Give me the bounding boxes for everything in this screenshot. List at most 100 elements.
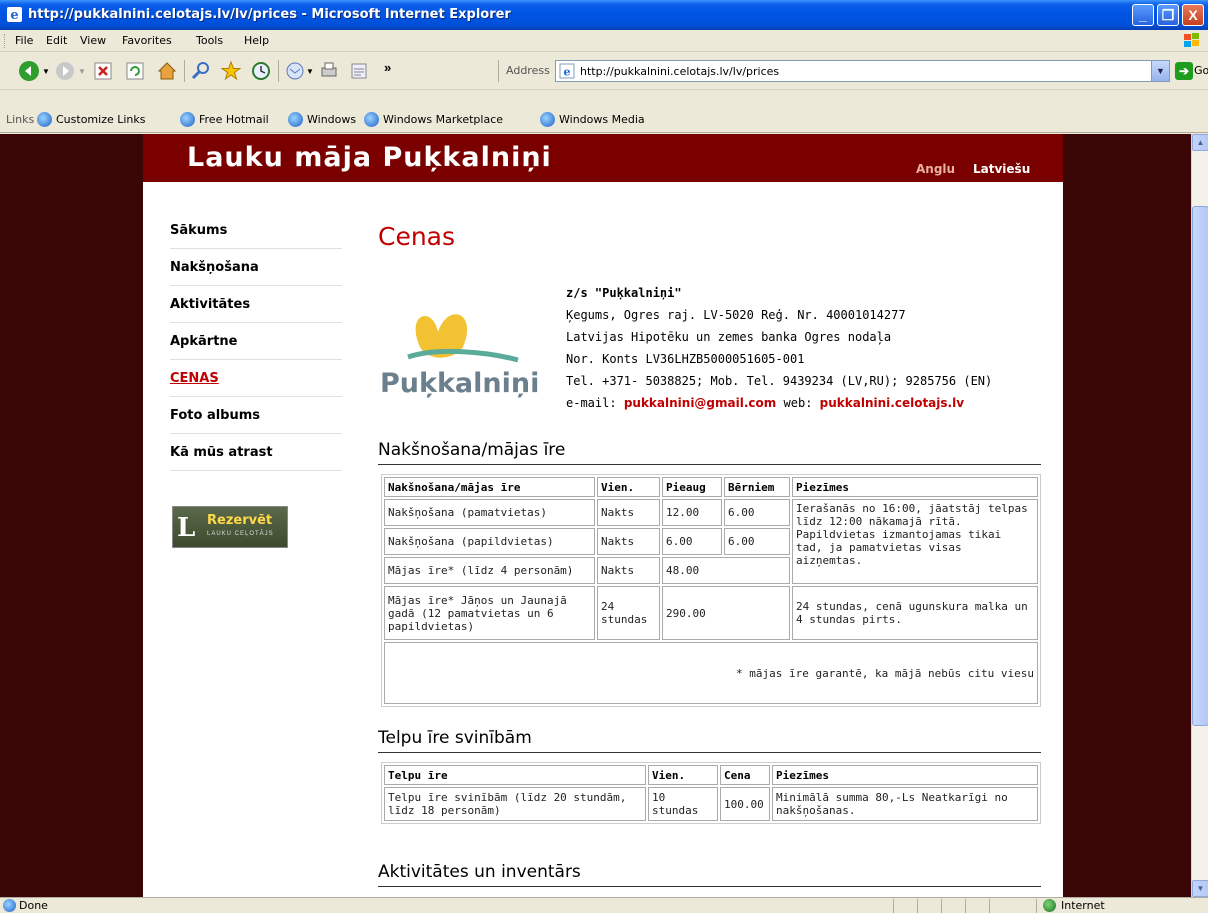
- menu-edit[interactable]: Edit: [46, 34, 67, 47]
- column-header: Vien.: [597, 477, 660, 497]
- stop-icon[interactable]: [92, 60, 114, 82]
- lodging-price-table: Nakšnošana/mājas īre Vien. Pieaug Bērnie…: [381, 474, 1041, 707]
- company-bank: Latvijas Hipotēku un zemes banka Ogres n…: [566, 330, 892, 344]
- lang-latvian-link[interactable]: Latviešu: [973, 162, 1030, 176]
- table-header-row: Nakšnošana/mājas īre Vien. Pieaug Bērnie…: [384, 477, 1038, 497]
- minimize-button[interactable]: _: [1132, 4, 1154, 26]
- mail-icon[interactable]: [284, 60, 306, 82]
- column-header: Cena: [720, 765, 770, 785]
- link-windows-media[interactable]: Windows Media: [559, 113, 645, 126]
- links-label: Links: [6, 113, 35, 126]
- table-row: Telpu īre svinībām (līdz 20 stundām, līd…: [384, 787, 1038, 821]
- svg-text:e: e: [10, 8, 18, 23]
- table-cell: 12.00: [662, 499, 722, 526]
- lang-english-link[interactable]: Anglu: [916, 162, 955, 176]
- ie-page-icon: [3, 899, 16, 912]
- scroll-thumb[interactable]: [1192, 206, 1208, 726]
- favorites-icon[interactable]: [220, 60, 242, 82]
- forward-icon[interactable]: [54, 60, 76, 82]
- table-footnote: * mājas īre garantē, ka mājā nebūs citu …: [384, 642, 1038, 704]
- menu-tools[interactable]: Tools: [196, 34, 223, 47]
- table-cell: Minimālā summa 80,-Ls Neatkarīgi no nakš…: [772, 787, 1038, 821]
- edit-icon[interactable]: [348, 60, 370, 82]
- nav-sakums[interactable]: Sākums: [170, 212, 342, 249]
- nav-apkartne[interactable]: Apkārtne: [170, 323, 342, 360]
- window-title: http://pukkalnini.celotajs.lv/lv/prices …: [28, 7, 511, 22]
- table-row: Nakšņošana (pamatvietas) Nakts 12.00 6.0…: [384, 499, 1038, 584]
- links-bar: Links Customize Links Free Hotmail Windo…: [0, 107, 1208, 133]
- nav-cenas[interactable]: CENAS: [170, 360, 342, 397]
- menu-help[interactable]: Help: [244, 34, 269, 47]
- search-icon[interactable]: [190, 60, 212, 82]
- print-icon[interactable]: [318, 60, 340, 82]
- site-header: Lauku māja Puķkalniņi Anglu Latviešu: [143, 134, 1063, 182]
- link-hotmail[interactable]: Free Hotmail: [199, 113, 269, 126]
- window-titlebar: e http://pukkalnini.celotajs.lv/lv/price…: [0, 0, 1208, 30]
- scroll-down-icon[interactable]: ▼: [1192, 880, 1208, 897]
- column-header: Piezīmes: [792, 477, 1038, 497]
- reserve-sub-label: LAUKU CEĻOTĀJS: [207, 531, 274, 537]
- nav-ka-mus-atrast[interactable]: Kā mūs atrast: [170, 434, 342, 471]
- security-zone: Internet: [1061, 899, 1105, 912]
- ie-page-icon: [288, 112, 303, 127]
- table-row: Mājas īre* Jāņos un Jaunajā gadā (12 pam…: [384, 586, 1038, 640]
- table-cell-note: Ierašanās no 16:00, jāatstāj telpas līdz…: [792, 499, 1038, 584]
- address-bar[interactable]: e http://pukkalnini.celotajs.lv/lv/price…: [555, 60, 1170, 82]
- table-cell: 6.00: [724, 528, 790, 555]
- menu-file[interactable]: File: [15, 34, 33, 47]
- nav-foto-albums[interactable]: Foto albums: [170, 397, 342, 434]
- web-link[interactable]: pukkalnini.celotajs.lv: [820, 396, 964, 410]
- table-cell: 24 stundas: [597, 586, 660, 640]
- table-cell: Mājas īre* Jāņos un Jaunajā gadā (12 pam…: [384, 586, 595, 640]
- ie-icon: e: [7, 7, 22, 23]
- table-cell: Nakts: [597, 557, 660, 584]
- link-windows[interactable]: Windows: [307, 113, 356, 126]
- toolbar-chevron[interactable]: »: [384, 60, 391, 75]
- link-customize[interactable]: Customize Links: [56, 113, 146, 126]
- address-dropdown-icon[interactable]: ▼: [1151, 61, 1169, 81]
- email-link[interactable]: pukkalnini@gmail.com: [624, 396, 776, 410]
- vertical-scrollbar[interactable]: ▲ ▼: [1191, 134, 1208, 897]
- mail-dropdown-icon[interactable]: ▼: [306, 67, 314, 76]
- nav-aktivitates[interactable]: Aktivitātes: [170, 286, 342, 323]
- home-icon[interactable]: [156, 60, 178, 82]
- reserve-button[interactable]: L Rezervēt LAUKU CEĻOTĀJS: [172, 506, 288, 548]
- email-label: e-mail:: [566, 396, 617, 410]
- link-marketplace[interactable]: Windows Marketplace: [383, 113, 503, 126]
- status-text: Done: [19, 899, 48, 912]
- menu-favorites[interactable]: Favorites: [122, 34, 172, 47]
- standard-toolbar: ▼ ▼ ▼ » Address e http://pukkalnini.celo…: [0, 52, 1208, 90]
- page-title: Cenas: [378, 222, 456, 251]
- site-title: Lauku māja Puķkalniņi: [187, 142, 552, 173]
- column-header: Piezīmes: [772, 765, 1038, 785]
- forward-dropdown-icon[interactable]: ▼: [78, 67, 86, 76]
- back-dropdown-icon[interactable]: ▼: [42, 67, 50, 76]
- scroll-up-icon[interactable]: ▲: [1192, 134, 1208, 151]
- company-account: Nor. Konts LV36LHZB5000051605-001: [566, 352, 805, 366]
- maximize-button[interactable]: ❐: [1157, 4, 1179, 26]
- address-input[interactable]: http://pukkalnini.celotajs.lv/lv/prices: [580, 65, 779, 78]
- close-button[interactable]: X: [1182, 4, 1204, 26]
- side-navigation: Sākums Nakšņošana Aktivitātes Apkārtne C…: [170, 212, 342, 471]
- company-details: z/s "Puķkalniņi" Ķegums, Ogres raj. LV-5…: [566, 282, 992, 414]
- company-phone: Tel. +371- 5038825; Mob. Tel. 9439234 (L…: [566, 374, 993, 388]
- column-header: Vien.: [648, 765, 718, 785]
- back-icon[interactable]: [18, 60, 40, 82]
- menu-view[interactable]: View: [80, 34, 106, 47]
- nav-naksnosana[interactable]: Nakšņošana: [170, 249, 342, 286]
- toolbar-grip[interactable]: [4, 34, 7, 48]
- ie-page-icon: [37, 112, 52, 127]
- pukkalnini-logo: Puķkalniņi: [380, 314, 539, 399]
- refresh-icon[interactable]: [124, 60, 146, 82]
- table-cell: Telpu īre svinībām (līdz 20 stundām, līd…: [384, 787, 646, 821]
- table-cell: 6.00: [662, 528, 722, 555]
- go-arrow-icon[interactable]: ➔: [1175, 62, 1193, 80]
- table-cell: 24 stundas, cenā ugunskura malka un 4 st…: [792, 586, 1038, 640]
- company-block: Puķkalniņi z/s "Puķkalniņi" Ķegums, Ogre…: [378, 282, 1041, 412]
- reserve-label: Rezervēt: [207, 513, 273, 528]
- history-icon[interactable]: [250, 60, 272, 82]
- table-cell: 6.00: [724, 499, 790, 526]
- go-button[interactable]: Go: [1194, 64, 1208, 77]
- ie-page-icon: [540, 112, 555, 127]
- column-header: Telpu īre: [384, 765, 646, 785]
